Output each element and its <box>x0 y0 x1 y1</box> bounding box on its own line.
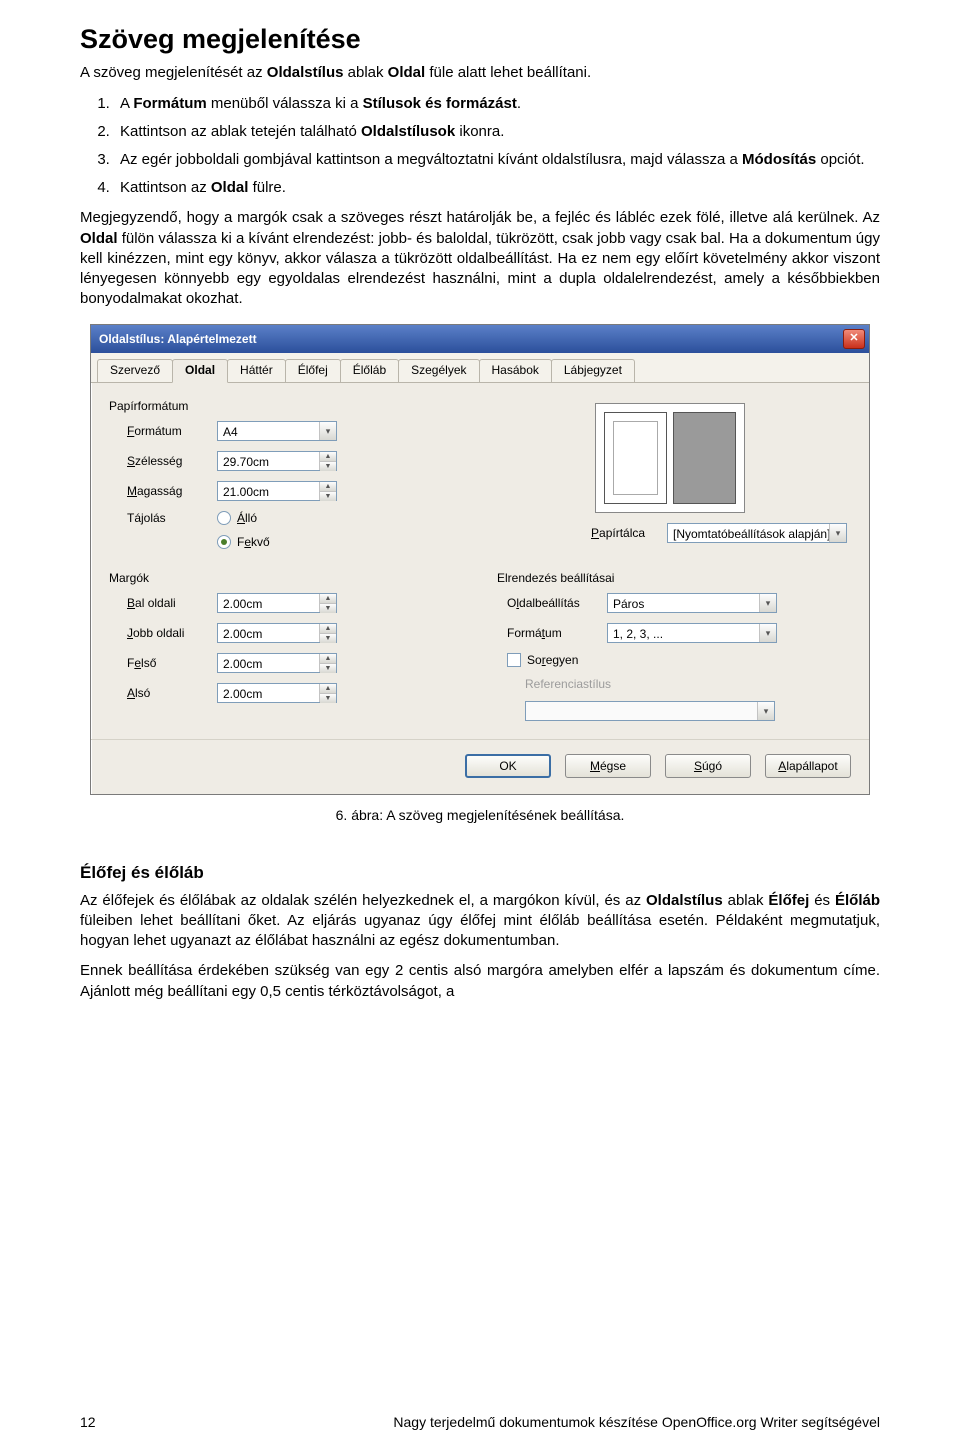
register-true-label: Soregyen <box>527 653 578 667</box>
height-label: Magasság <box>127 484 217 498</box>
right-margin-label: Jobb oldali <box>127 626 217 640</box>
page-title: Szöveg megjelenítése <box>80 24 880 55</box>
dialog-tabs: Szervező Oldal Háttér Élőfej Élőláb Szeg… <box>91 353 869 383</box>
dialog-title: Oldalstílus: Alapértelmezett <box>99 332 257 346</box>
paper-format-combo[interactable]: A4 ▾ <box>217 421 337 441</box>
register-true-checkbox[interactable] <box>507 653 521 667</box>
step-item: Kattintson az ablak tetején található Ol… <box>114 121 880 143</box>
orientation-label: Tájolás <box>127 511 217 525</box>
tab-borders[interactable]: Szegélyek <box>398 359 479 382</box>
chevron-down-icon[interactable]: ▾ <box>759 624 776 642</box>
page-preview <box>595 403 745 513</box>
header-footer-paragraph-2: Ennek beállítása érdekében szükség van e… <box>80 961 880 1002</box>
landscape-label: Fekvő <box>237 535 270 549</box>
spin-up-icon[interactable]: ▲ <box>320 654 336 663</box>
intro-paragraph: A szöveg megjelenítését az Oldalstílus a… <box>80 63 880 83</box>
dialog-button-bar: OK Mégse Súgó Alapállapot <box>91 739 869 794</box>
top-margin-spinner[interactable]: 2.00cm ▲▼ <box>217 653 337 673</box>
reference-style-combo: ▾ <box>525 701 775 721</box>
header-footer-paragraph-1: Az élőfejek és élőlábak az oldalak szélé… <box>80 891 880 952</box>
spin-up-icon[interactable]: ▲ <box>320 684 336 693</box>
spin-down-icon[interactable]: ▼ <box>320 603 336 613</box>
chevron-down-icon[interactable]: ▾ <box>319 422 336 440</box>
close-icon[interactable]: ✕ <box>843 329 865 349</box>
tab-background[interactable]: Háttér <box>227 359 286 382</box>
page-footer: 12 Nagy terjedelmű dokumentumok készítés… <box>40 1414 920 1430</box>
spin-up-icon[interactable]: ▲ <box>320 594 336 603</box>
chevron-down-icon[interactable]: ▾ <box>759 594 776 612</box>
num-format-label: Formátum <box>507 626 607 640</box>
chevron-down-icon: ▾ <box>757 702 774 720</box>
reference-style-label: Referenciastílus <box>525 677 611 691</box>
left-margin-label: Bal oldali <box>127 596 217 610</box>
spin-up-icon[interactable]: ▲ <box>320 482 336 491</box>
document-title-footer: Nagy terjedelmű dokumentumok készítése O… <box>393 1414 880 1430</box>
tab-footer[interactable]: Élőláb <box>340 359 399 382</box>
tab-page[interactable]: Oldal <box>172 359 228 383</box>
spin-up-icon[interactable]: ▲ <box>320 452 336 461</box>
tray-label: Papírtálca <box>591 526 667 540</box>
tab-columns[interactable]: Hasábok <box>479 359 552 382</box>
note-paragraph: Megjegyzendő, hogy a margók csak a szöve… <box>80 208 880 309</box>
paper-format-group: Papírformátum <box>109 399 557 413</box>
step-item: Kattintson az Oldal fülre. <box>114 177 880 199</box>
paper-tray-combo[interactable]: [Nyomtatóbeállítások alapján] ▾ <box>667 523 847 543</box>
cancel-button[interactable]: Mégse <box>565 754 651 778</box>
page-number: 12 <box>80 1414 96 1430</box>
height-spinner[interactable]: 21.00cm ▲▼ <box>217 481 337 501</box>
margins-group: Margók <box>109 571 463 585</box>
spin-down-icon[interactable]: ▼ <box>320 491 336 501</box>
spin-down-icon[interactable]: ▼ <box>320 633 336 643</box>
subheading-header-footer: Élőfej és élőláb <box>80 863 880 883</box>
radio-landscape[interactable] <box>217 535 231 549</box>
tab-header[interactable]: Élőfej <box>285 359 341 382</box>
spin-down-icon[interactable]: ▼ <box>320 663 336 673</box>
page-layout-label: Oldalbeállítás <box>507 596 607 610</box>
bottom-margin-spinner[interactable]: 2.00cm ▲▼ <box>217 683 337 703</box>
spin-down-icon[interactable]: ▼ <box>320 693 336 703</box>
figure-caption: 6. ábra: A szöveg megjelenítésének beáll… <box>80 807 880 823</box>
radio-portrait[interactable] <box>217 511 231 525</box>
bottom-margin-label: Alsó <box>127 686 217 700</box>
steps-list: A Formátum menüből válassza ki a Stíluso… <box>80 93 880 198</box>
page-layout-combo[interactable]: Páros ▾ <box>607 593 777 613</box>
reset-button[interactable]: Alapállapot <box>765 754 851 778</box>
step-item: A Formátum menüből válassza ki a Stíluso… <box>114 93 880 115</box>
tab-organizer[interactable]: Szervező <box>97 359 173 382</box>
width-spinner[interactable]: 29.70cm ▲▼ <box>217 451 337 471</box>
ok-button[interactable]: OK <box>465 754 551 778</box>
left-margin-spinner[interactable]: 2.00cm ▲▼ <box>217 593 337 613</box>
spin-down-icon[interactable]: ▼ <box>320 461 336 471</box>
num-format-combo[interactable]: 1, 2, 3, ... ▾ <box>607 623 777 643</box>
portrait-label: Álló <box>237 511 257 525</box>
top-margin-label: Felső <box>127 656 217 670</box>
dialog-titlebar[interactable]: Oldalstílus: Alapértelmezett ✕ <box>91 325 869 353</box>
help-button[interactable]: Súgó <box>665 754 751 778</box>
tab-footnote[interactable]: Lábjegyzet <box>551 359 635 382</box>
format-label: FFormátumormátum <box>127 424 217 438</box>
layout-group: Elrendezés beállításai <box>497 571 851 585</box>
chevron-down-icon[interactable]: ▾ <box>829 524 846 542</box>
step-item: Az egér jobboldali gombjával kattintson … <box>114 149 880 171</box>
right-margin-spinner[interactable]: 2.00cm ▲▼ <box>217 623 337 643</box>
spin-up-icon[interactable]: ▲ <box>320 624 336 633</box>
page-style-dialog: Oldalstílus: Alapértelmezett ✕ Szervező … <box>90 324 870 795</box>
width-label: Szélesség <box>127 454 217 468</box>
